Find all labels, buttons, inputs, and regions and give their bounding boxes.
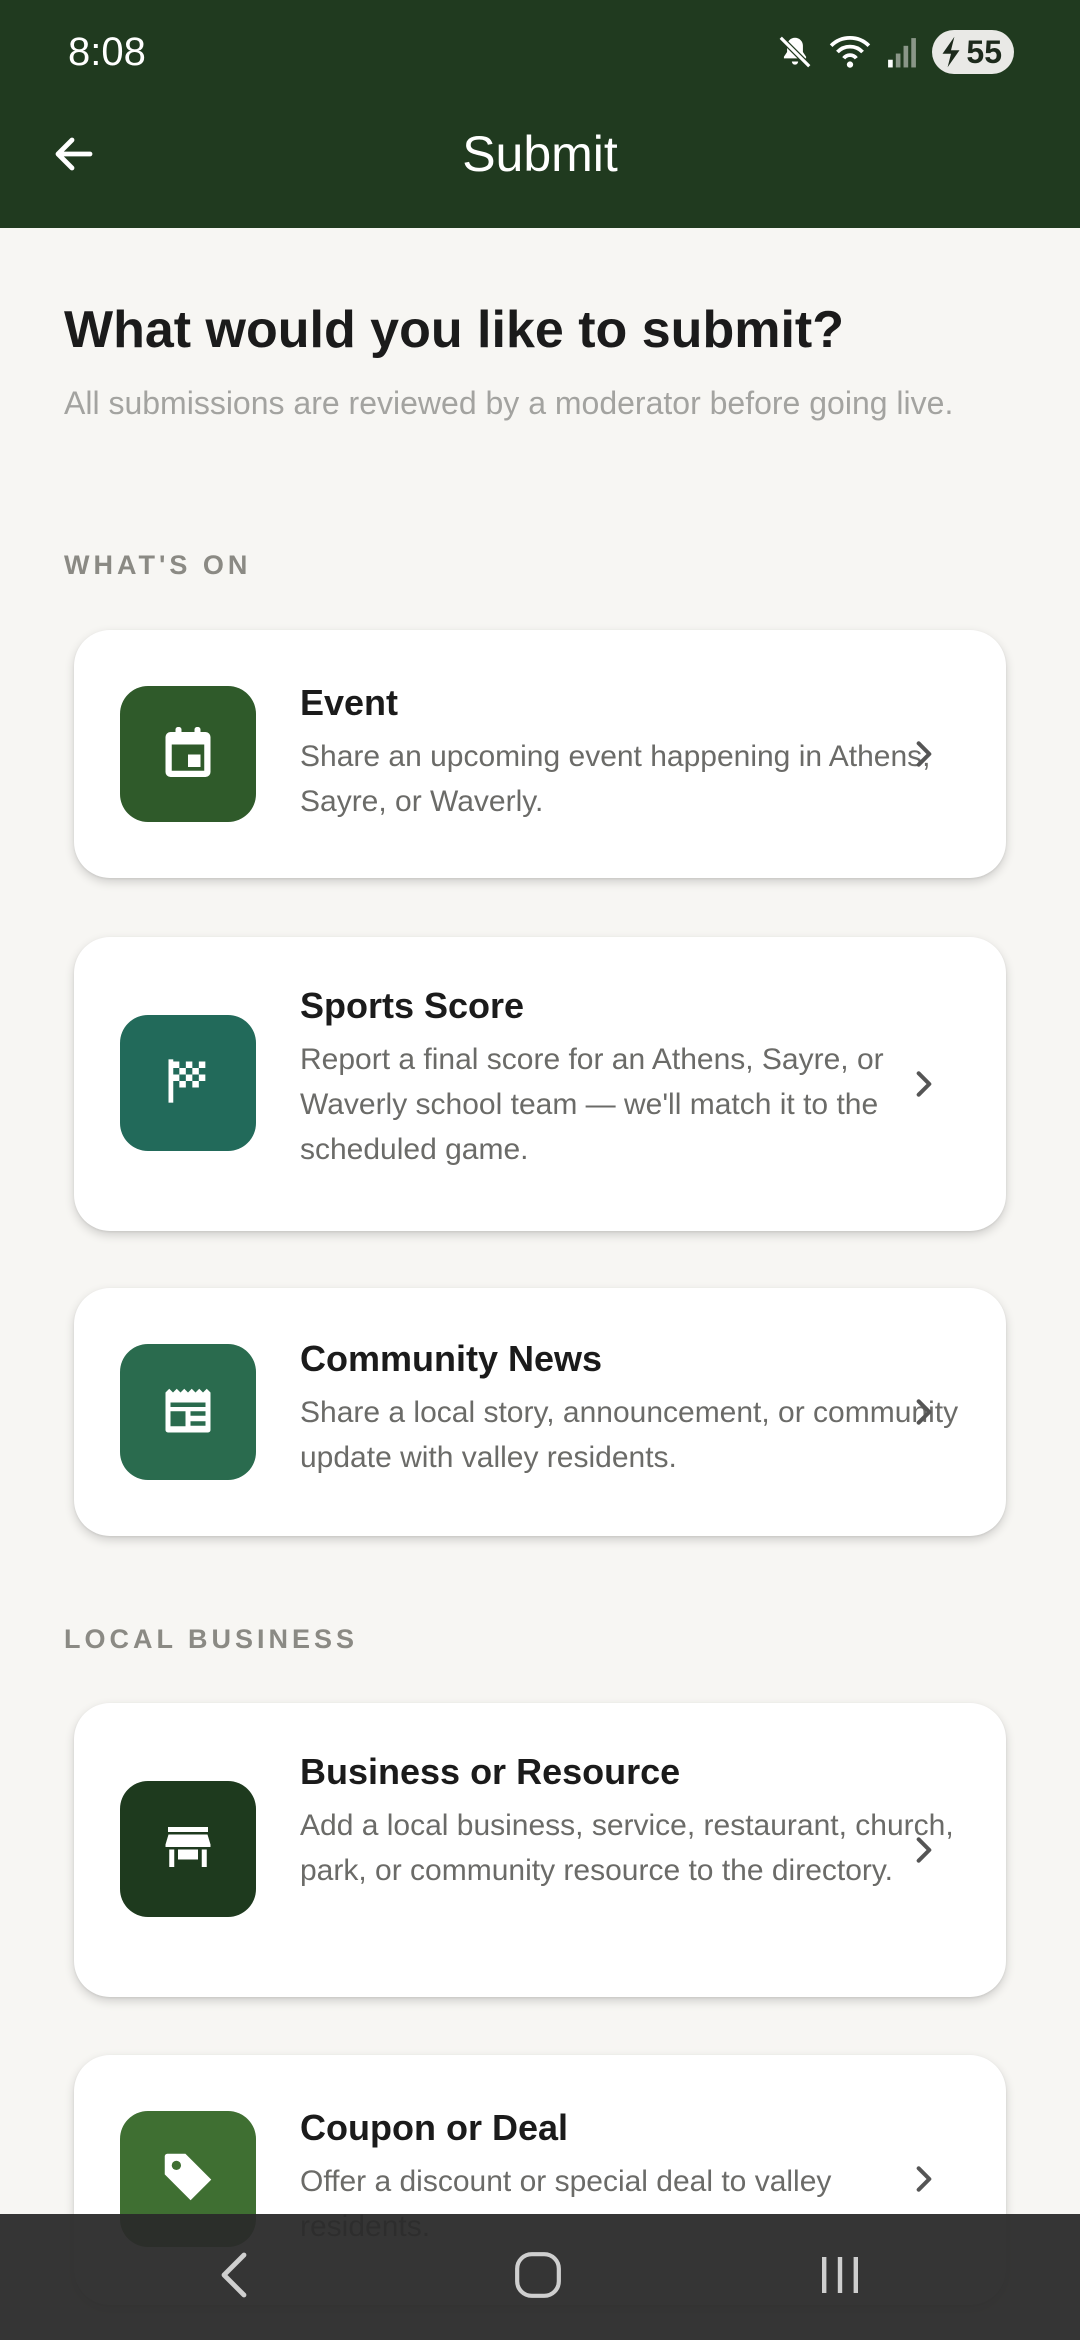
submit-screen: 8:08 55 Submit What would you like to su… [0,0,1080,2340]
event-card-description: Share an upcoming event happening in Ath… [300,740,931,818]
business-resource-card-icon-tile [120,1781,256,1917]
mute-icon [776,33,814,71]
wifi-icon [828,34,872,70]
page-subtitle: All submissions are reviewed by a modera… [64,385,954,421]
event-card-icon-tile [120,686,256,822]
newspaper-icon [158,1380,218,1445]
community-news-card-text: Community News Share a local story, anno… [300,1336,960,1480]
checkered-flag-icon [162,1055,214,1112]
event-card-text: Event Share an upcoming event happening … [300,680,960,824]
system-nav-bar [0,2214,1080,2340]
chevron-right-icon [904,1064,944,1104]
business-resource-card-title: Business or Resource [300,1751,681,1792]
sports-score-card-title: Sports Score [300,985,525,1026]
nav-home-button[interactable] [478,2236,598,2318]
storefront-icon [158,1817,218,1882]
community-news-card-icon-tile [120,1344,256,1480]
community-news-card-title: Community News [300,1338,603,1379]
battery-level: 55 [966,33,1002,70]
signal-icon [886,35,918,69]
nav-back-button[interactable] [174,2236,294,2318]
calendar-icon [158,722,218,787]
community-news-card-description: Share a local story, announcement, or co… [300,1396,959,1474]
app-header: 8:08 55 Submit [0,0,1080,228]
battery-indicator: 55 [932,30,1014,74]
sports-score-card-icon-tile [120,1015,256,1151]
home-nav-icon [513,2250,563,2305]
event-card[interactable]: Event Share an upcoming event happening … [74,630,1006,878]
chevron-right-icon [904,734,944,774]
battery-charging-icon [938,35,964,69]
sports-score-card[interactable]: Sports Score Report a final score for an… [74,937,1006,1231]
chevron-right-icon [904,1392,944,1432]
section-label-whats-on: WHAT'S ON [64,550,252,580]
community-news-card[interactable]: Community News Share a local story, anno… [74,1288,1006,1536]
chevron-right-icon [904,1830,944,1870]
sports-score-card-description: Report a final score for an Athens, Sayr… [300,1043,884,1166]
status-time: 8:08 [68,30,146,74]
tag-icon [157,2146,219,2213]
section-label-local-business: LOCAL BUSINESS [64,1624,359,1654]
business-resource-card[interactable]: Business or Resource Add a local busines… [74,1703,1006,1997]
event-card-title: Event [300,682,399,723]
page-title: What would you like to submit? [64,301,844,359]
nav-recents-button[interactable] [780,2236,900,2318]
recents-nav-icon [817,2253,863,2302]
page-header-title: Submit [462,126,618,182]
chevron-right-icon [904,2159,944,2199]
sports-score-card-text: Sports Score Report a final score for an… [300,983,960,1172]
coupon-deal-card-title: Coupon or Deal [300,2107,568,2148]
business-resource-card-description: Add a local business, service, restauran… [300,1809,954,1887]
business-resource-card-text: Business or Resource Add a local busines… [300,1749,960,1893]
status-icons: 55 [776,28,1014,76]
back-nav-icon [214,2249,254,2306]
